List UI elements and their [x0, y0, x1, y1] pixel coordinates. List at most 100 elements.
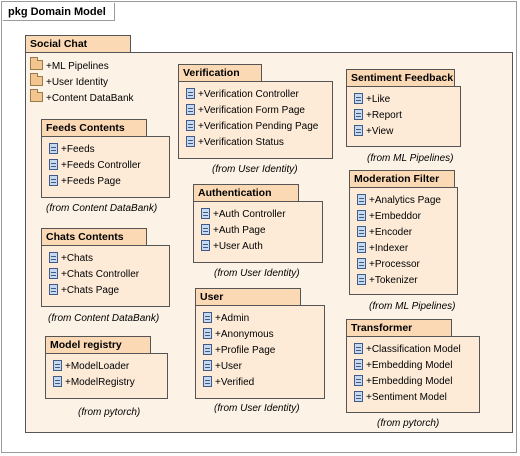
package-title: Chats Contents	[41, 228, 147, 246]
package-title: Verification	[178, 64, 262, 82]
list-item[interactable]: +Embeddor	[357, 209, 421, 225]
package-source-note: (from ML Pipelines)	[369, 301, 456, 312]
list-item[interactable]: +Anonymous	[203, 327, 274, 343]
class-icon	[49, 283, 58, 295]
class-icon	[357, 257, 366, 269]
class-icon	[186, 87, 195, 99]
list-item[interactable]: +Encoder	[357, 225, 412, 241]
class-icon	[357, 225, 366, 237]
class-icon	[49, 267, 58, 279]
list-item[interactable]: +Verified	[203, 375, 254, 391]
package-title: User	[195, 288, 301, 306]
package-source-note: (from User Identity)	[214, 403, 300, 414]
list-item[interactable]: +Chats Controller	[49, 267, 139, 283]
package-title: Transformer	[346, 319, 452, 337]
list-item[interactable]: +User	[203, 359, 242, 375]
package-authentication[interactable]: Authentication +Auth Controller +Auth Pa…	[193, 184, 323, 263]
list-item[interactable]: +Verification Status	[186, 135, 284, 151]
class-icon	[49, 251, 58, 263]
list-item[interactable]: +Like	[354, 92, 390, 108]
package-title: Moderation Filter	[349, 170, 455, 188]
class-icon	[354, 358, 363, 370]
package-social-chat-title: Social Chat	[25, 35, 131, 53]
class-icon	[49, 174, 58, 186]
class-icon	[186, 119, 195, 131]
class-icon	[203, 343, 212, 355]
list-item[interactable]: +ModelLoader	[53, 359, 129, 375]
package-title: Feeds Contents	[41, 119, 147, 137]
list-item[interactable]: +Report	[354, 108, 402, 124]
package-folder-icon	[30, 57, 43, 71]
frame-title: pkg Domain Model	[3, 3, 115, 21]
list-item[interactable]: +Auth Controller	[201, 207, 286, 223]
class-icon	[354, 124, 363, 136]
package-folder-icon	[30, 73, 43, 87]
class-icon	[357, 193, 366, 205]
list-item[interactable]: +Chats	[49, 251, 93, 267]
nested-package-user-identity[interactable]: +User Identity	[30, 73, 108, 91]
class-icon	[203, 375, 212, 387]
class-icon	[357, 241, 366, 253]
list-item[interactable]: +Tokenizer	[357, 273, 418, 289]
list-item[interactable]: +Sentiment Model	[354, 390, 447, 406]
class-icon	[53, 375, 62, 387]
class-icon	[354, 390, 363, 402]
class-icon	[49, 142, 58, 154]
package-source-note: (from ML Pipelines)	[367, 153, 454, 164]
class-icon	[201, 239, 210, 251]
class-icon	[354, 374, 363, 386]
list-item[interactable]: +Verification Form Page	[186, 103, 305, 119]
class-icon	[53, 359, 62, 371]
list-item[interactable]: +Indexer	[357, 241, 408, 257]
package-folder-icon	[30, 89, 43, 103]
class-icon	[354, 108, 363, 120]
package-chats-contents[interactable]: Chats Contents +Chats +Chats Controller …	[41, 228, 170, 307]
list-item[interactable]: +User Auth	[201, 239, 263, 255]
nested-package-ml-pipelines[interactable]: +ML Pipelines	[30, 57, 109, 75]
class-icon	[203, 359, 212, 371]
class-icon	[49, 158, 58, 170]
list-item[interactable]: +Admin	[203, 311, 249, 327]
package-title: Model registry	[45, 336, 151, 354]
package-transformer[interactable]: Transformer +Classification Model +Embed…	[346, 319, 480, 413]
package-source-note: (from User Identity)	[212, 164, 298, 175]
list-item[interactable]: +Feeds Controller	[49, 158, 141, 174]
package-title: Sentiment Feedback	[346, 69, 455, 87]
class-icon	[201, 207, 210, 219]
package-source-note: (from User Identity)	[214, 268, 300, 279]
list-item[interactable]: +Feeds	[49, 142, 95, 158]
class-icon	[186, 135, 195, 147]
list-item[interactable]: +Verification Pending Page	[186, 119, 318, 135]
list-item[interactable]: +Feeds Page	[49, 174, 121, 190]
list-item[interactable]: +Verification Controller	[186, 87, 299, 103]
package-model-registry[interactable]: Model registry +ModelLoader +ModelRegist…	[45, 336, 168, 399]
class-icon	[186, 103, 195, 115]
class-icon	[357, 273, 366, 285]
list-item[interactable]: +View	[354, 124, 393, 140]
class-icon	[203, 327, 212, 339]
list-item[interactable]: +ModelRegistry	[53, 375, 135, 391]
class-icon	[354, 92, 363, 104]
package-feeds-contents[interactable]: Feeds Contents +Feeds +Feeds Controller …	[41, 119, 170, 198]
package-source-note: (from Content DataBank)	[46, 203, 158, 214]
package-verification[interactable]: Verification +Verification Controller +V…	[178, 64, 333, 159]
class-icon	[357, 209, 366, 221]
package-moderation-filter[interactable]: Moderation Filter +Analytics Page +Embed…	[349, 170, 458, 295]
package-source-note: (from pytorch)	[78, 407, 141, 418]
list-item[interactable]: +Profile Page	[203, 343, 275, 359]
package-sentiment-feedback[interactable]: Sentiment Feedback +Like +Report +View	[346, 69, 461, 147]
package-source-note: (from pytorch)	[377, 418, 440, 429]
class-icon	[354, 342, 363, 354]
package-title: Authentication	[193, 184, 299, 202]
list-item[interactable]: +Processor	[357, 257, 420, 273]
list-item[interactable]: +Analytics Page	[357, 193, 441, 209]
list-item[interactable]: +Embedding Model	[354, 374, 452, 390]
list-item[interactable]: +Auth Page	[201, 223, 266, 239]
list-item[interactable]: +Chats Page	[49, 283, 119, 299]
list-item[interactable]: +Embedding Model	[354, 358, 452, 374]
nested-package-content-databank[interactable]: +Content DataBank	[30, 89, 134, 107]
list-item[interactable]: +Classification Model	[354, 342, 461, 358]
class-icon	[203, 311, 212, 323]
package-source-note: (from Content DataBank)	[48, 313, 160, 324]
package-user[interactable]: User +Admin +Anonymous +Profile Page +Us…	[195, 288, 325, 399]
